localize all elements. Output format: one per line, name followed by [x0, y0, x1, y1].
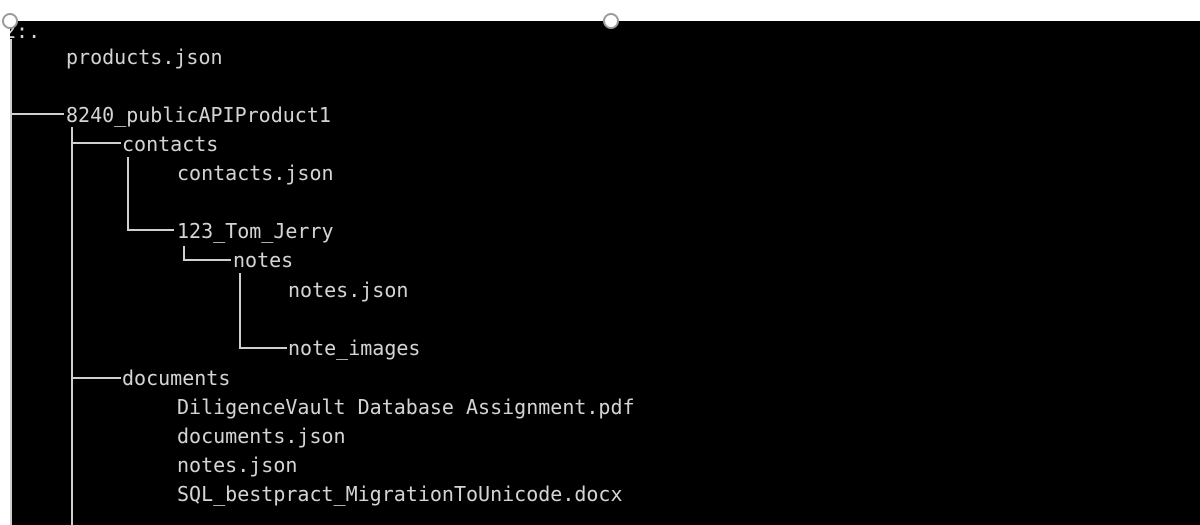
tree-file-sql-bestpractice-docx: SQL_bestpract_MigrationToUnicode.docx	[177, 482, 623, 506]
tree-folder-notes: notes	[233, 248, 294, 272]
resize-handle-top-left[interactable]	[2, 13, 18, 29]
tree-file-contacts-json: contacts.json	[177, 161, 334, 185]
tree-folder-note-images: note_images	[288, 336, 421, 360]
resize-handle-top-center[interactable]	[603, 13, 619, 29]
tree-branch-notes-vertical	[239, 273, 241, 347]
tree-branch-product-vertical	[71, 127, 73, 525]
tree-branch-notes-to-images	[239, 347, 287, 349]
tree-folder-documents: documents	[122, 366, 231, 390]
tree-folder-123-tom-jerry: 123_Tom_Jerry	[177, 219, 334, 243]
tree-file-documents-json: documents.json	[177, 424, 346, 448]
tree-branch-root-vertical	[10, 39, 12, 525]
tree-branch-person-to-notes	[183, 259, 231, 261]
tree-branch-product-to-documents	[71, 377, 121, 379]
console-window[interactable]: 2:. products.json 8240_publicAPIProduct1…	[10, 21, 1200, 525]
tree-branch-person-vertical	[183, 246, 185, 260]
tree-branch-product-to-contacts	[71, 142, 121, 144]
tree-file-products-json: products.json	[66, 45, 223, 69]
screenshot-frame: 2:. products.json 8240_publicAPIProduct1…	[0, 0, 1200, 525]
tree-branch-contacts-to-person	[127, 229, 174, 231]
tree-branch-root-to-product	[10, 113, 64, 115]
tree-file-notes-json: notes.json	[288, 278, 409, 302]
tree-file-diligencevault-assignment: DiligenceVault Database Assignment.pdf	[177, 395, 635, 419]
tree-file-notes-json-documents: notes.json	[177, 453, 298, 477]
tree-folder-contacts: contacts	[122, 132, 219, 156]
tree-branch-contacts-vertical	[127, 157, 129, 229]
tree-folder-public-api-product: 8240_publicAPIProduct1	[66, 103, 331, 127]
